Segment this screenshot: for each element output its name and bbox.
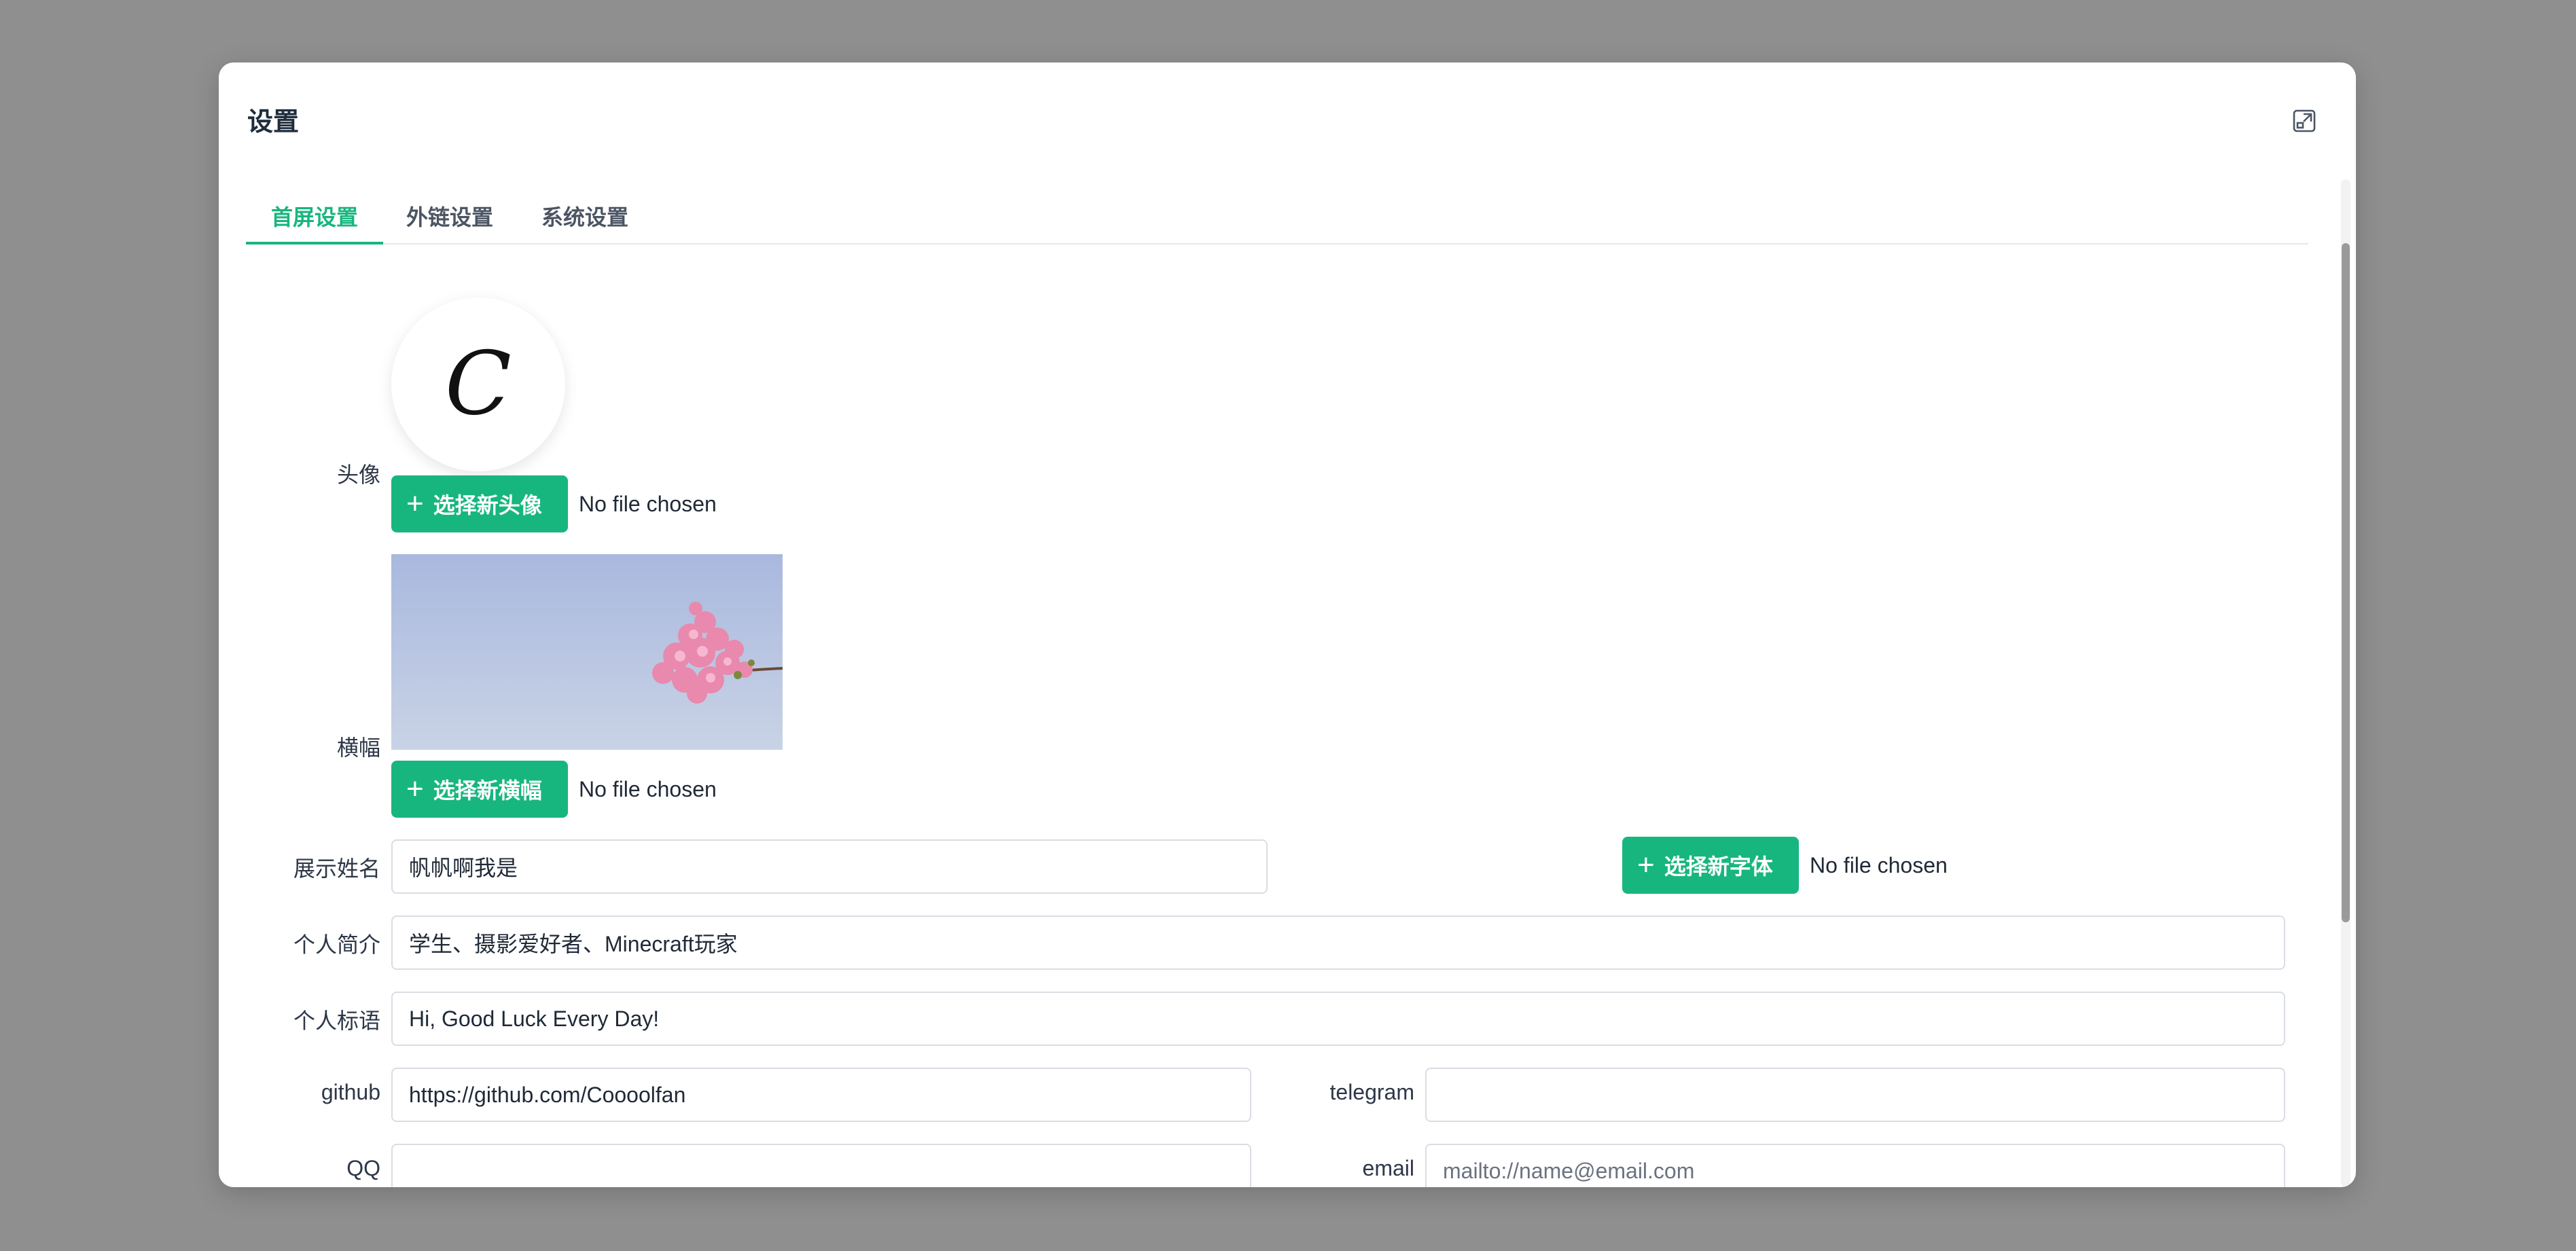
plus-icon: + (406, 772, 424, 805)
tab-system-settings[interactable]: 系统设置 (516, 192, 654, 243)
telegram-input[interactable] (1425, 1068, 2285, 1122)
tab-home-settings[interactable]: 首屏设置 (246, 192, 383, 243)
plus-icon: + (1637, 848, 1655, 882)
tab-link-settings[interactable]: 外链设置 (383, 192, 516, 243)
choose-font-label: 选择新字体 (1664, 854, 1773, 879)
avatar-file-status: No file chosen (579, 492, 717, 516)
banner-label: 横幅 (336, 736, 380, 760)
settings-tabs: 首屏设置 外链设置 系统设置 (246, 192, 2308, 244)
choose-banner-button[interactable]: + 选择新横幅 (391, 761, 568, 818)
expand-button[interactable] (2287, 103, 2322, 139)
slogan-input[interactable] (391, 992, 2285, 1046)
qq-input[interactable] (391, 1144, 1251, 1187)
bio-input[interactable] (391, 915, 2285, 970)
scrollbar-thumb[interactable] (2342, 243, 2350, 922)
display-name-label: 展示姓名 (293, 856, 380, 881)
font-file-status: No file chosen (1810, 853, 1948, 877)
github-input[interactable] (391, 1068, 1251, 1122)
choose-banner-label: 选择新横幅 (433, 778, 542, 803)
active-tab-indicator (246, 242, 383, 244)
slogan-label: 个人标语 (293, 1009, 380, 1033)
avatar-label: 头像 (336, 463, 380, 487)
email-input[interactable] (1425, 1144, 2285, 1187)
choose-avatar-label: 选择新头像 (433, 493, 542, 518)
telegram-label: telegram (1329, 1080, 1415, 1104)
bio-label: 个人简介 (293, 932, 380, 957)
github-label: github (321, 1080, 380, 1104)
expand-icon (2293, 109, 2316, 132)
banner-image (391, 554, 783, 750)
avatar: C (391, 297, 565, 471)
qq-label: QQ (346, 1156, 380, 1180)
choose-avatar-button[interactable]: + 选择新头像 (391, 475, 568, 532)
banner-file-status: No file chosen (579, 777, 717, 801)
choose-font-button[interactable]: + 选择新字体 (1622, 837, 1799, 894)
scrollbar[interactable] (2341, 179, 2350, 1187)
avatar-initial: C (445, 333, 512, 435)
display-name-input[interactable] (391, 839, 1268, 894)
dialog-title: 设置 (247, 108, 300, 137)
plus-icon: + (406, 487, 424, 520)
email-label: email (1362, 1156, 1414, 1180)
settings-dialog: 设置 首屏设置 外链设置 系统设置 头像 C + 选择新头像 No file c… (219, 62, 2356, 1187)
